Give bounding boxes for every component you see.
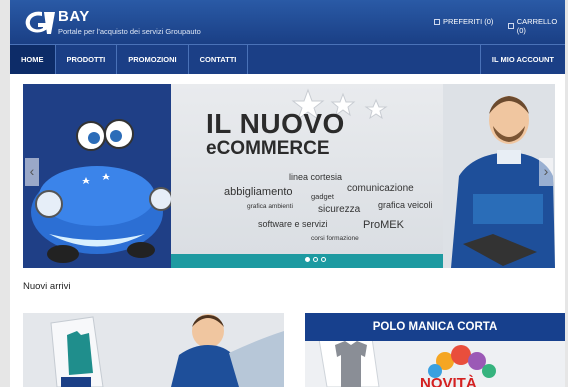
banner-word: linea cortesia (289, 172, 343, 182)
product-card-image (23, 313, 284, 387)
nav-item-home[interactable]: HOME (10, 45, 56, 74)
nav-item-account[interactable]: IL MIO ACCOUNT (481, 45, 565, 74)
banner-title: IL NUOVO (206, 108, 345, 139)
page: BAY Portale per l'acquisto dei servizi G… (10, 0, 565, 387)
nav-item-contatti[interactable]: CONTATTI (189, 45, 249, 74)
nav-spacer (248, 45, 481, 74)
heart-icon (434, 18, 440, 25)
favorites-label: PREFERITI (0) (443, 17, 494, 26)
carousel-dot[interactable] (321, 257, 326, 262)
carousel-prev-button[interactable]: ‹ (25, 158, 39, 186)
banner-word: comunicazione (347, 183, 414, 194)
site-header: BAY Portale per l'acquisto dei servizi G… (10, 0, 565, 44)
banner-word: software e servizi (258, 219, 328, 229)
carousel-dot[interactable] (313, 257, 318, 262)
nav-item-promozioni[interactable]: PROMOZIONI (117, 45, 189, 74)
product-card-polo[interactable]: POLO MANICA CORTA NOVITÀ (305, 313, 565, 387)
banner-word: abbigliamento (224, 186, 293, 198)
section-title: Nuovi arrivi (23, 281, 71, 292)
novita-badge: NOVITÀ (420, 375, 477, 387)
carousel-next-button[interactable]: › (539, 158, 553, 186)
cart-link[interactable]: CARRELLO (0) (508, 17, 565, 35)
brand-name[interactable]: BAY (58, 8, 90, 25)
banner-word: gadget (311, 192, 334, 201)
cart-icon (508, 23, 514, 29)
carousel-indicators (305, 257, 326, 262)
chevron-right-icon: › (543, 163, 549, 179)
product-card-new-arrival[interactable] (23, 313, 284, 387)
logo-mark-icon[interactable] (22, 9, 56, 37)
product-card-title: POLO MANICA CORTA (305, 313, 565, 341)
banner-word: ProMEK (363, 219, 404, 231)
cart-label: CARRELLO (0) (516, 17, 558, 35)
carousel-dot[interactable] (305, 257, 310, 262)
nav-item-prodotti[interactable]: PRODOTTI (56, 45, 118, 74)
mascot-car-image (23, 84, 171, 268)
brand-tagline: Portale per l'acquisto dei servizi Group… (58, 27, 201, 36)
main-nav: HOME PRODOTTI PROMOZIONI CONTATTI IL MIO… (10, 44, 565, 74)
banner-subtitle: eCOMMERCE (206, 138, 330, 159)
hero-carousel[interactable]: IL NUOVO eCOMMERCE linea cortesia abbigl… (23, 84, 555, 268)
banner-word: grafica ambienti (247, 203, 293, 210)
banner-word: grafica veicoli (378, 200, 433, 210)
banner-word: sicurezza (318, 204, 361, 215)
banner-word: corsi formazione (311, 235, 359, 242)
favorites-link[interactable]: PREFERITI (0) (434, 17, 493, 26)
chevron-left-icon: ‹ (29, 163, 35, 179)
